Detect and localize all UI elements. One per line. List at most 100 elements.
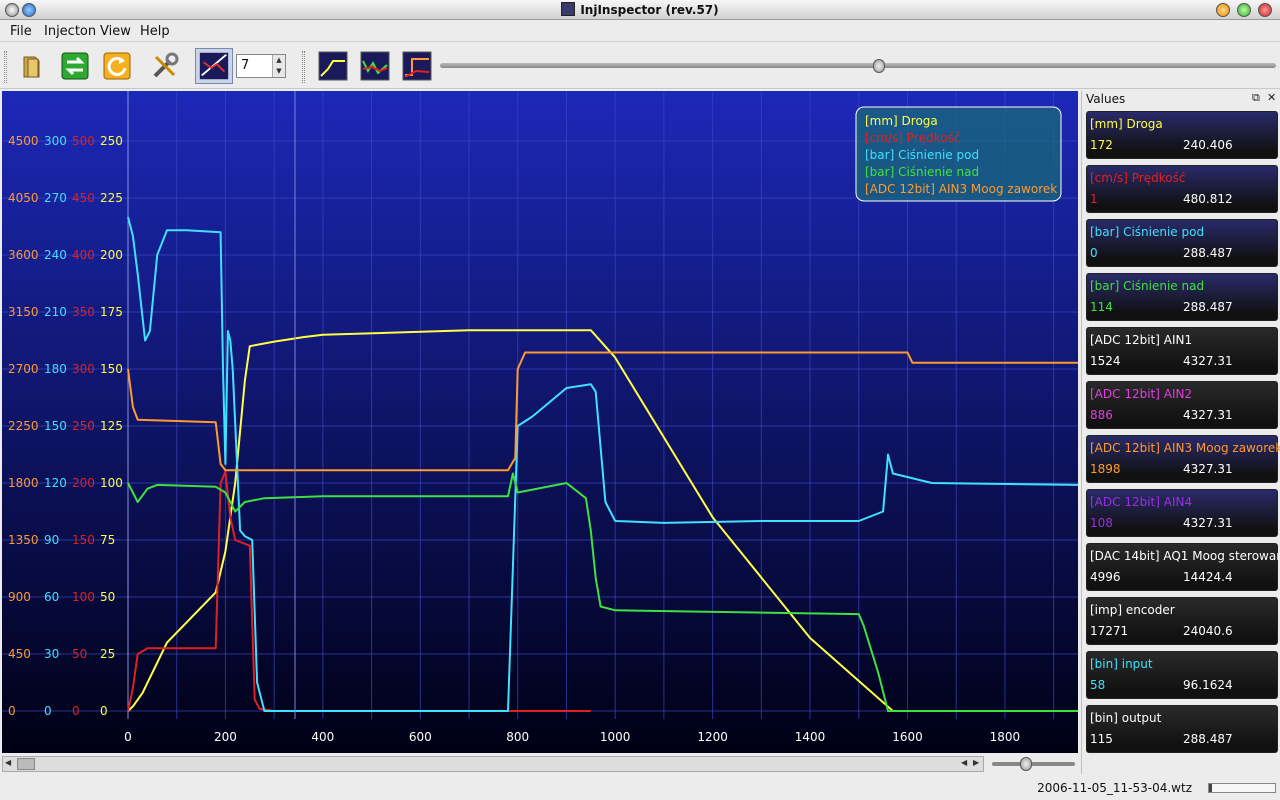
file-name: 2006-11-05_11-53-04.wtz [1037,781,1192,795]
chart-legend: [mm] Droga [cm/s] Prędkość [bar] Ciśnienie… [855,106,1062,202]
value-card[interactable]: [ADC 12bit] AIN2 886 4327.31 [1086,381,1278,429]
channel-current-value: 17271 [1090,624,1129,638]
y-tick-label: 3150 [8,305,39,319]
y-tick-label: 150 [44,419,67,433]
scroll-right-icon[interactable]: ▶ [973,758,979,767]
x-tick-label: 1000 [600,730,631,744]
value-card[interactable]: [ADC 12bit] AIN1 1524 4327.31 [1086,327,1278,375]
open-icon[interactable] [18,51,48,81]
time-slider-thumb[interactable] [873,59,885,73]
channel-name: [ADC 12bit] AIN1 [1090,333,1193,347]
y-tick-label: 200 [72,476,95,490]
channel-max-value: 96.1624 [1183,678,1233,692]
window-minimize-icon[interactable] [1216,3,1230,17]
scroll-left-end-icon[interactable]: ◀ [961,758,967,767]
y-tick-label: 100 [72,590,95,604]
y-tick-label: 4050 [8,191,39,205]
y-tick-label: 175 [100,305,123,319]
legend-entry: [bar] Ciśnienie nad [865,165,979,179]
value-card[interactable]: [mm] Droga 172 240.406 [1086,111,1278,159]
cursor-tool-icon[interactable] [195,48,233,84]
channel-max-value: 288.487 [1183,300,1233,314]
channel-max-value: 4327.31 [1183,516,1233,530]
channel-current-value: 58 [1090,678,1106,692]
window-maximize-icon[interactable] [1237,3,1251,17]
channel-current-value: 1 [1090,192,1098,206]
values-panel: Values ⧉ ✕ [mm] Droga 172 240.406 [cm/s] Pr… [1081,91,1280,774]
scroll-left-icon[interactable]: ◀ [5,758,11,767]
value-card[interactable]: [DAC 14bit] AQ1 Moog sterowanie 4996 14424… [1086,543,1280,591]
menu-file[interactable]: File [10,24,32,39]
connect-icon[interactable] [60,51,90,81]
legend-entry: [ADC 12bit] AIN3 Moog zaworek [865,182,1057,196]
view-multi-icon[interactable] [360,51,390,81]
channel-max-value: 288.487 [1183,732,1233,746]
value-card[interactable]: [cm/s] Prędkość 1 480.812 [1086,165,1278,213]
x-tick-label: 1600 [892,730,923,744]
toolbar-grip[interactable] [4,51,7,83]
app-icon [561,2,576,16]
horizontal-scrollbar[interactable]: ◀ ◀ ▶ [2,756,984,772]
y-tick-label: 120 [44,476,67,490]
channel-name: [bar] Ciśnienie pod [1090,225,1205,239]
toolbar: 7 ▲ ▼ [0,43,1280,89]
y-tick-label: 25 [100,647,115,661]
window-close-button[interactable] [1258,3,1272,17]
value-card[interactable]: [bin] output 115 288.487 [1086,705,1278,753]
channel-current-value: 1898 [1090,462,1121,476]
panel-close-icon[interactable]: ✕ [1267,91,1276,104]
toolbar-grip-2[interactable] [302,51,305,83]
value-card[interactable]: [imp] encoder 17271 24040.6 [1086,597,1278,645]
zoom-slider-thumb[interactable] [1020,757,1032,771]
y-tick-label: 1800 [8,476,39,490]
y-tick-label: 250 [100,134,123,148]
y-tick-label: 60 [44,590,59,604]
y-tick-label: 350 [72,305,95,319]
zoom-spinbox-value: 7 [241,58,250,73]
y-tick-label: 270 [44,191,67,205]
y-tick-label: 450 [8,647,31,661]
y-tick-label: 0 [44,704,52,718]
view-drogi-icon[interactable] [318,51,348,81]
y-tick-label: 4500 [8,134,39,148]
channel-current-value: 4996 [1090,570,1121,584]
zoom-spinbox[interactable]: 7 ▲ ▼ [236,54,286,78]
x-tick-label: 1400 [795,730,826,744]
time-slider-track[interactable] [440,63,1276,68]
x-tick-label: 0 [124,730,132,744]
y-tick-label: 210 [44,305,67,319]
channel-current-value: 114 [1090,300,1113,314]
channel-current-value: 115 [1090,732,1113,746]
y-tick-label: 900 [8,590,31,604]
x-tick-label: 600 [409,730,432,744]
value-card[interactable]: [ADC 12bit] AIN4 108 4327.31 [1086,489,1278,537]
channel-name: [ADC 12bit] AIN3 Moog zaworek [1090,441,1280,455]
spin-arrows-icon[interactable]: ▲ ▼ [272,55,285,77]
menu-view[interactable]: View [100,24,131,39]
values-panel-title: Values [1086,92,1126,106]
channel-max-value: 288.487 [1183,246,1233,260]
panel-float-icon[interactable]: ⧉ [1252,91,1260,105]
menu-injecton[interactable]: Injecton [44,24,96,39]
y-tick-label: 240 [44,248,67,262]
legend-entry: [bar] Ciśnienie pod [865,148,979,162]
value-card[interactable]: [ADC 12bit] AIN3 Moog zaworek 1898 4327.31 [1086,435,1280,483]
value-card[interactable]: [bar] Ciśnienie nad 114 288.487 [1086,273,1278,321]
y-tick-label: 2700 [8,362,39,376]
view-step-icon[interactable] [402,51,432,81]
menu-help[interactable]: Help [140,24,170,39]
value-card[interactable]: [bin] input 58 96.1624 [1086,651,1278,699]
zoom-slider-track[interactable] [992,762,1075,766]
y-tick-label: 150 [100,362,123,376]
value-card[interactable]: [bar] Ciśnienie pod 0 288.487 [1086,219,1278,267]
y-tick-label: 50 [72,647,87,661]
channel-name: [bin] input [1090,657,1153,671]
x-tick-label: 800 [506,730,529,744]
horizontal-scrollbar-thumb[interactable] [17,758,35,770]
y-tick-label: 225 [100,191,123,205]
y-tick-label: 180 [44,362,67,376]
refresh-icon[interactable] [102,51,132,81]
plot-canvas[interactable]: 0450900135018002250270031503600405045000… [2,91,1078,753]
load-progress-fill [1209,784,1213,792]
settings-icon[interactable] [150,51,180,81]
